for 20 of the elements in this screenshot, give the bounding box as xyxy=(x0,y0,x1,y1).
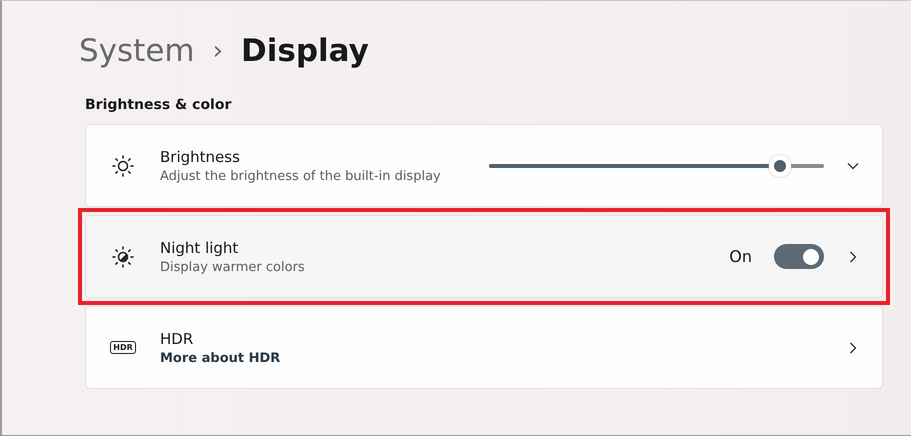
half-moon-sun-icon xyxy=(111,244,135,268)
setting-row[interactable]: Night light Display warmer colors On xyxy=(85,215,883,298)
setting-row[interactable]: Brightness Adjust the brightness of the built-in display xyxy=(85,124,883,207)
setting-description: Display warmer colors xyxy=(160,260,306,274)
breadcrumb-separator: › xyxy=(212,36,224,66)
setting-title: Night light xyxy=(160,238,240,256)
section-heading: Brightness & color xyxy=(85,97,232,113)
setting-description: Adjust the brightness of the built-in display xyxy=(160,168,442,184)
page-title: Display xyxy=(241,33,369,69)
toggle-switch[interactable] xyxy=(774,244,824,269)
setting-title: Brightness xyxy=(160,148,241,166)
slider-thumb[interactable] xyxy=(769,154,792,176)
breadcrumb-link[interactable]: System xyxy=(79,33,195,69)
toggle-state-label: On xyxy=(729,247,752,266)
brightness-slider[interactable] xyxy=(489,154,824,176)
setting-row[interactable]: HDR HDR More about HDR xyxy=(85,306,883,389)
hdr-icon: HDR xyxy=(110,341,136,354)
setting-title: HDR xyxy=(160,330,194,348)
more-about-link[interactable]: More about HDR xyxy=(160,350,846,366)
sun-icon xyxy=(111,154,135,178)
